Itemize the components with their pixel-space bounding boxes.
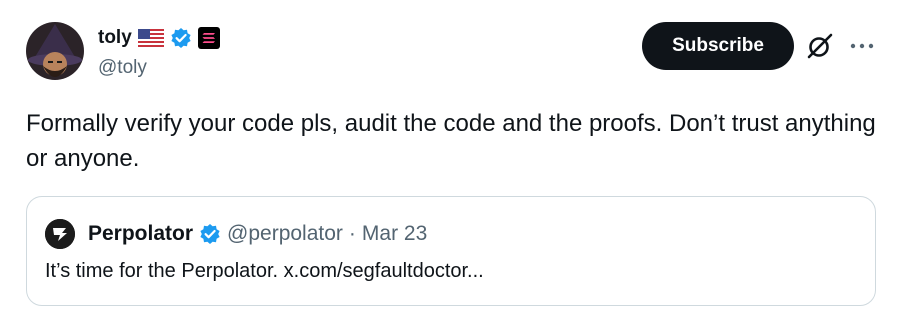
author-handle[interactable]: @toly xyxy=(98,57,147,79)
quoted-text: It’s time for the Perpolator. x.com/segf… xyxy=(45,260,484,282)
grok-icon[interactable] xyxy=(805,31,835,61)
quoted-author-avatar[interactable] xyxy=(45,219,75,249)
author-avatar[interactable] xyxy=(26,22,84,80)
tweet-text: Formally verify your code pls, audit the… xyxy=(26,110,876,172)
quoted-tweet-card[interactable]: Perpolator @perpolator · Mar 23 It’s tim… xyxy=(26,196,876,306)
separator-dot: · xyxy=(348,222,356,245)
author-row: toly xyxy=(98,26,220,50)
subscribe-button[interactable]: Subscribe xyxy=(642,22,794,70)
quoted-date[interactable]: Mar 23 xyxy=(362,222,427,246)
author-name[interactable]: toly xyxy=(98,27,132,49)
more-horizontal-icon[interactable] xyxy=(848,36,876,56)
us-flag-icon xyxy=(137,29,164,47)
quoted-header: Perpolator @perpolator · Mar 23 xyxy=(88,221,427,247)
verified-badge-icon[interactable] xyxy=(170,27,192,49)
solana-affiliate-icon[interactable] xyxy=(197,27,220,49)
quoted-author-handle[interactable]: @perpolator xyxy=(227,222,343,246)
verified-badge-icon xyxy=(199,223,221,245)
quoted-author-name[interactable]: Perpolator xyxy=(88,222,193,246)
